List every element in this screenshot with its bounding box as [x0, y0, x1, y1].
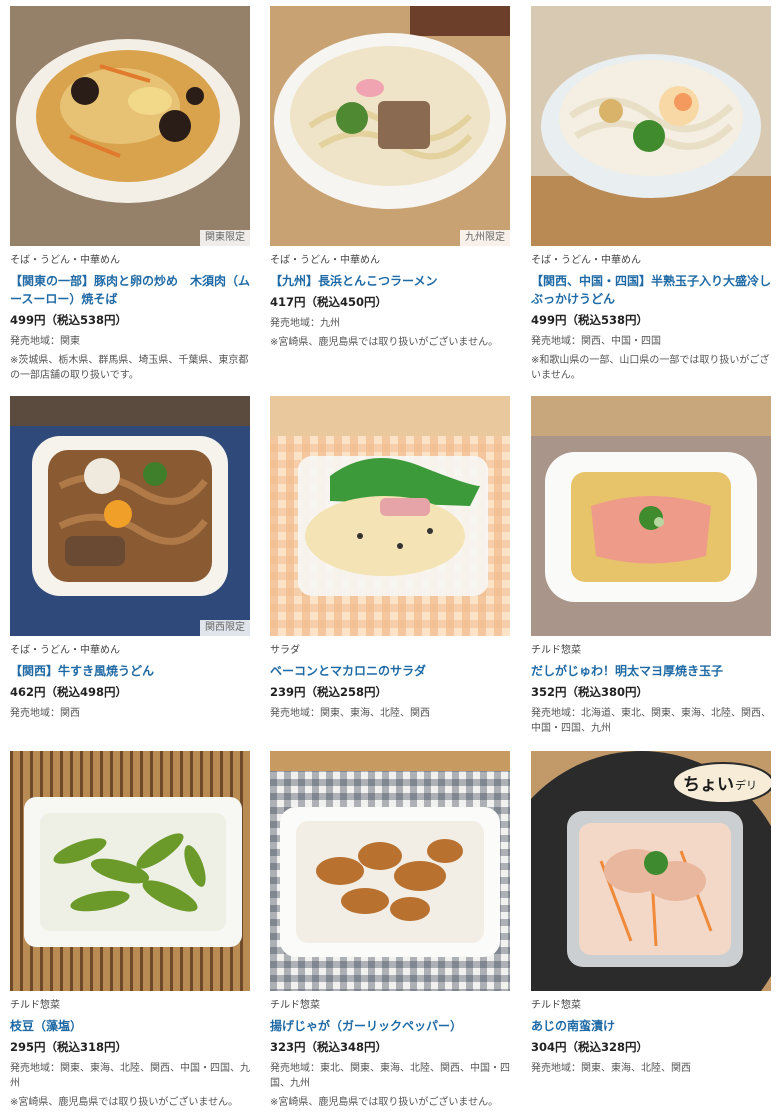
sales-area: 発売地域：北海道、東北、関東、東海、北陸、関西、中国・四国、九州 [531, 708, 771, 734]
product-image-link[interactable]: 九州限定 [270, 6, 510, 246]
sales-area: 発売地域：関東、東海、北陸、関西 [270, 708, 430, 719]
potato-photo [270, 751, 510, 991]
edamame-photo [10, 751, 250, 991]
udon-photo [531, 6, 771, 246]
product-price: 417円（税込450円） [270, 295, 388, 309]
product-image-link[interactable] [270, 396, 510, 636]
sticker-sub-text: デリ [735, 778, 757, 792]
product-price: 499円（税込538円） [10, 313, 128, 327]
product-card: チルド惣菜 だしがじゅわ！明太マヨ厚焼き玉子 352円（税込380円） 発売地域… [531, 396, 771, 740]
product-name-link[interactable]: 【関東の一部】豚肉と卵の炒め 木須肉（ムースーロー）焼そば [10, 272, 250, 308]
product-card: チルド惣菜 揚げじゃが（ガーリックペッパー） 323円（税込348円） 発売地域… [270, 751, 510, 1110]
product-card: チルド惣菜 枝豆（藻塩） 295円（税込318円） 発売地域：関東、東海、北陸、… [10, 751, 250, 1110]
sales-area: 発売地域：関東、東海、北陸、関西 [531, 1063, 691, 1074]
product-card: 関西限定 そば・うどん・中華めん 【関西】牛すき風焼うどん 462円（税込498… [10, 396, 250, 725]
product-category: そば・うどん・中華めん [531, 255, 641, 266]
product-card: そば・うどん・中華めん 【関西、中国・四国】半熟玉子入り大盛冷しぶっかけうどん … [531, 6, 771, 383]
availability-note: ※宮崎県、鹿児島県では取り扱いがございません。 [270, 337, 499, 348]
product-name-link[interactable]: 揚げじゃが（ガーリックペッパー） [270, 1017, 510, 1035]
sales-area: 発売地域：関東、東海、北陸、関西、中国・四国、九州 [10, 1063, 250, 1089]
product-name-link[interactable]: 【九州】長浜とんこつラーメン [270, 272, 510, 290]
salad-photo [270, 396, 510, 636]
sticker-main-text: ちょい [683, 775, 734, 795]
product-grid: 関東限定 そば・うどん・中華めん 【関東の一部】豚肉と卵の炒め 木須肉（ムースー… [0, 0, 780, 1116]
yaki-udon-photo [10, 396, 250, 636]
product-price: 295円（税込318円） [10, 1040, 128, 1054]
sales-area: 発売地域：関西、中国・四国 [531, 336, 661, 347]
product-price: 239円（税込258円） [270, 685, 388, 699]
tamagoyaki-photo [531, 396, 771, 636]
product-image-link[interactable] [270, 751, 510, 991]
sales-area: 発売地域：関西 [10, 708, 80, 719]
product-card: サラダ ベーコンとマカロニのサラダ 239円（税込258円） 発売地域：関東、東… [270, 396, 510, 725]
product-card: 関東限定 そば・うどん・中華めん 【関東の一部】豚肉と卵の炒め 木須肉（ムースー… [10, 6, 250, 383]
product-name-link[interactable]: ベーコンとマカロニのサラダ [270, 662, 510, 680]
product-name-link[interactable]: あじの南蛮漬け [531, 1017, 771, 1035]
product-name-link[interactable]: 【関西、中国・四国】半熟玉子入り大盛冷しぶっかけうどん [531, 272, 771, 308]
availability-note: ※宮崎県、鹿児島県では取り扱いがございません。 [270, 1097, 499, 1108]
product-image-link[interactable] [10, 751, 250, 991]
product-category: そば・うどん・中華めん [270, 255, 380, 266]
nanban-photo: ちょい デリ [531, 751, 771, 991]
availability-note: ※和歌山県の一部、山口県の一部では取り扱いがございません。 [531, 355, 770, 381]
product-image-link[interactable]: 関東限定 [10, 6, 250, 246]
product-card: ちょい デリ チルド惣菜 あじの南蛮漬け 304円（税込328円） 発売地域：関… [531, 751, 771, 1080]
product-price: 323円（税込348円） [270, 1040, 388, 1054]
sales-area: 発売地域：九州 [270, 318, 340, 329]
sales-area: 発売地域：関東 [10, 336, 80, 347]
product-price: 304円（税込328円） [531, 1040, 649, 1054]
ramen-photo [270, 6, 510, 246]
product-category: サラダ [270, 645, 300, 656]
product-image-link[interactable] [531, 396, 771, 636]
region-badge: 関西限定 [200, 620, 250, 636]
product-name-link[interactable]: 枝豆（藻塩） [10, 1017, 250, 1035]
product-price: 462円（税込498円） [10, 685, 128, 699]
product-category: チルド惣菜 [10, 1000, 60, 1011]
yakisoba-photo [10, 6, 250, 246]
product-category: チルド惣菜 [270, 1000, 320, 1011]
product-image-link[interactable]: ちょい デリ [531, 751, 771, 991]
product-name-link[interactable]: 【関西】牛すき風焼うどん [10, 662, 250, 680]
product-category: チルド惣菜 [531, 1000, 581, 1011]
region-badge: 関東限定 [200, 230, 250, 246]
product-category: そば・うどん・中華めん [10, 645, 120, 656]
product-name-link[interactable]: だしがじゅわ！明太マヨ厚焼き玉子 [531, 662, 771, 680]
product-price: 499円（税込538円） [531, 313, 649, 327]
product-image-link[interactable]: 関西限定 [10, 396, 250, 636]
sales-area: 発売地域：東北、関東、東海、北陸、関西、中国・四国、九州 [270, 1063, 510, 1089]
product-price: 352円（税込380円） [531, 685, 649, 699]
product-card: 九州限定 そば・うどん・中華めん 【九州】長浜とんこつラーメン 417円（税込4… [270, 6, 510, 350]
region-badge: 九州限定 [460, 230, 510, 246]
product-category: そば・うどん・中華めん [10, 255, 120, 266]
availability-note: ※宮崎県、鹿児島県では取り扱いがございません。 [10, 1097, 239, 1108]
choi-deli-sticker: ちょい デリ [672, 762, 771, 804]
product-category: チルド惣菜 [531, 645, 581, 656]
availability-note: ※茨城県、栃木県、群馬県、埼玉県、千葉県、東京都の一部店舗の取り扱いです。 [10, 355, 249, 381]
product-image-link[interactable] [531, 6, 771, 246]
